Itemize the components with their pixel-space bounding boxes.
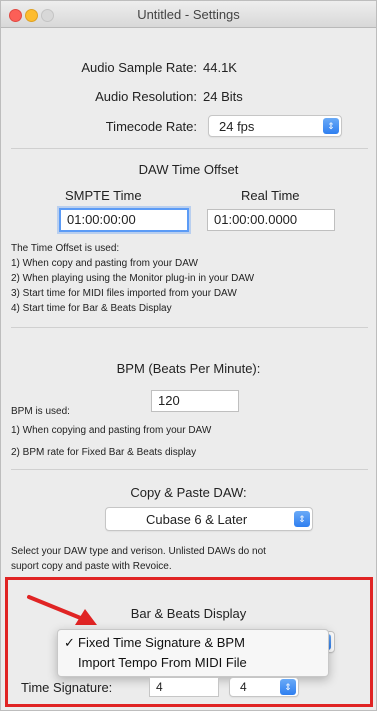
bpm-note-0: BPM is used: bbox=[11, 406, 70, 417]
copy-paste-note-line1: Select your DAW type and verison. Unlist… bbox=[11, 546, 266, 557]
offset-note-3: 3) Start time for MIDI files imported fr… bbox=[11, 288, 237, 299]
timecode-rate-select[interactable]: 24 fps ⇕ bbox=[208, 115, 342, 137]
divider bbox=[11, 148, 368, 149]
divider bbox=[11, 327, 368, 328]
checkmark-icon: ✓ bbox=[64, 635, 75, 650]
smpte-time-field[interactable]: 01:00:00:00 bbox=[59, 208, 189, 232]
menu-item-label: Import Tempo From MIDI File bbox=[78, 655, 247, 670]
menu-item-import-tempo[interactable]: Import Tempo From MIDI File bbox=[64, 655, 247, 670]
chevron-updown-icon: ⇕ bbox=[323, 118, 339, 134]
time-signature-bottom-select[interactable]: 4 ⇕ bbox=[229, 677, 299, 697]
window-title: Untitled - Settings bbox=[137, 7, 240, 22]
smpte-time-header: SMPTE Time bbox=[65, 188, 142, 203]
bpm-title: BPM (Beats Per Minute): bbox=[116, 361, 261, 376]
chevron-updown-icon: ⇕ bbox=[280, 679, 296, 695]
copy-paste-note-line2: suport copy and paste with Revoice. bbox=[11, 561, 172, 572]
sample-rate-label: Audio Sample Rate: bbox=[81, 60, 197, 75]
bar-beats-mode-menu: ✓ Fixed Time Signature & BPM Import Tempo… bbox=[57, 629, 329, 677]
time-signature-label: Time Signature: bbox=[21, 680, 113, 695]
menu-item-label: Fixed Time Signature & BPM bbox=[78, 635, 245, 650]
bpm-note-2: 2) BPM rate for Fixed Bar & Beats displa… bbox=[11, 447, 197, 458]
resolution-label: Audio Resolution: bbox=[95, 89, 197, 104]
copy-paste-title: Copy & Paste DAW: bbox=[130, 485, 247, 500]
menu-item-fixed-time-signature[interactable]: ✓ Fixed Time Signature & BPM bbox=[64, 635, 245, 651]
chevron-updown-icon: ⇕ bbox=[294, 511, 310, 527]
real-time-field[interactable]: 01:00:00.0000 bbox=[207, 209, 335, 231]
sample-rate-value: 44.1K bbox=[203, 60, 237, 75]
time-signature-bottom-value: 4 bbox=[240, 680, 247, 694]
timecode-rate-value: 24 fps bbox=[219, 119, 255, 134]
divider bbox=[11, 469, 368, 470]
daw-type-value: Cubase 6 & Later bbox=[146, 512, 248, 527]
real-time-header: Real Time bbox=[241, 188, 300, 203]
offset-note-2: 2) When playing using the Monitor plug-i… bbox=[11, 273, 255, 284]
bpm-field[interactable]: 120 bbox=[151, 390, 239, 412]
offset-note-0: The Time Offset is used: bbox=[11, 243, 120, 254]
settings-window: Untitled - Settings Audio Sample Rate: 4… bbox=[0, 0, 377, 711]
title-bar: Untitled - Settings bbox=[1, 1, 376, 28]
offset-note-1: 1) When copy and pasting from your DAW bbox=[11, 258, 198, 269]
resolution-value: 24 Bits bbox=[203, 89, 243, 104]
time-signature-top-field[interactable]: 4 bbox=[149, 677, 219, 697]
offset-note-4: 4) Start time for Bar & Beats Display bbox=[11, 303, 172, 314]
daw-offset-title: DAW Time Offset bbox=[138, 162, 239, 177]
bpm-note-1: 1) When copying and pasting from your DA… bbox=[11, 425, 212, 436]
daw-type-select[interactable]: Cubase 6 & Later ⇕ bbox=[105, 507, 313, 531]
bar-beats-title: Bar & Beats Display bbox=[130, 606, 247, 621]
timecode-label: Timecode Rate: bbox=[105, 119, 197, 134]
